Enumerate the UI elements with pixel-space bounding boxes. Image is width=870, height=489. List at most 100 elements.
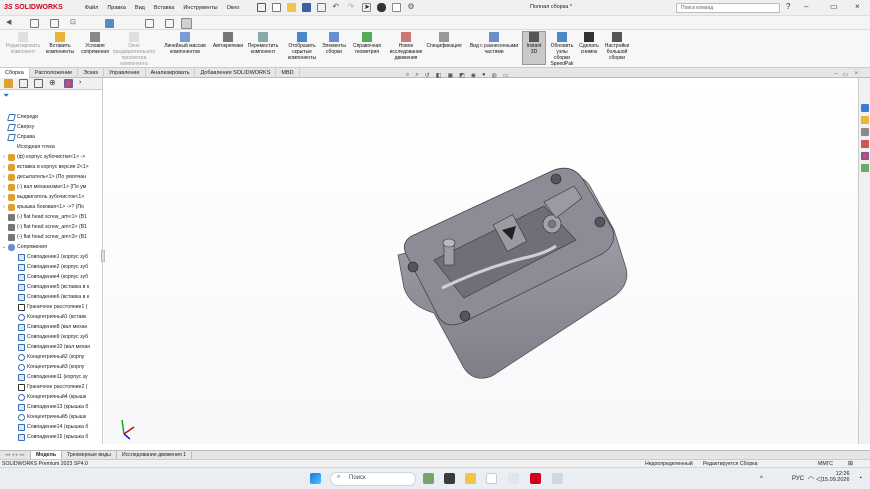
solidworks-taskbar-icon[interactable] bbox=[530, 473, 541, 484]
smart-mates-icon[interactable] bbox=[145, 19, 154, 28]
maximize-icon[interactable]: ▭ bbox=[830, 2, 838, 11]
save-icon[interactable] bbox=[302, 3, 312, 12]
feature-tree-icon[interactable] bbox=[4, 79, 13, 88]
custom-properties-icon[interactable] bbox=[861, 164, 869, 172]
reference-geometry-button[interactable]: Справочная геометрия bbox=[350, 32, 384, 55]
move-component-button[interactable]: Переместить компонент bbox=[246, 32, 280, 55]
tab-addins[interactable]: Добавления SOLIDWORKS bbox=[195, 68, 277, 78]
tree-item[interactable]: › (ф) корпус зубочистки<1> -> bbox=[0, 152, 102, 162]
windows-start-icon[interactable] bbox=[310, 473, 321, 484]
layout-icon[interactable] bbox=[30, 19, 39, 28]
solidworks-logo[interactable]: 3S SOLIDWORKS bbox=[4, 4, 63, 11]
tab-motion-study[interactable]: Исследование движения 1 bbox=[117, 451, 193, 459]
tree-item[interactable]: Совпадение2 (корпус зуб bbox=[0, 262, 102, 272]
tree-item[interactable]: (-) flat head screw_am<3> (B1 bbox=[0, 232, 102, 242]
pinned-app-icon[interactable] bbox=[552, 473, 563, 484]
expand-arrow-icon[interactable]: › bbox=[0, 174, 8, 180]
expand-arrow-icon[interactable]: › bbox=[0, 154, 8, 160]
tree-item[interactable]: › выдвигатель зубочисток<1> bbox=[0, 192, 102, 202]
smart-fasteners-button[interactable]: Автокрепежи bbox=[212, 32, 244, 49]
minimize-icon[interactable]: – bbox=[804, 2, 808, 11]
close-icon[interactable]: × bbox=[855, 2, 860, 11]
menu-tools[interactable]: Инструменты bbox=[183, 5, 217, 11]
tree-item[interactable]: (-) flat head screw_am<2> (B1 bbox=[0, 222, 102, 232]
view-icon[interactable] bbox=[50, 19, 59, 28]
rebuild-traffic-light-icon[interactable] bbox=[377, 3, 387, 12]
customize-status-icon[interactable]: ⊞ bbox=[848, 460, 853, 467]
assembly-features-button[interactable]: Элементы сборки bbox=[320, 32, 348, 55]
language-indicator[interactable]: РУС bbox=[792, 476, 804, 482]
open-folder-icon[interactable] bbox=[287, 3, 297, 12]
tree-item[interactable]: Совпадение4 (корпус зуб bbox=[0, 272, 102, 282]
tree-item[interactable]: › десыпатель<1> (По умолчан bbox=[0, 172, 102, 182]
tree-item[interactable]: Концентричный2 (корпу bbox=[0, 352, 102, 362]
redo-icon[interactable]: ↷ bbox=[347, 3, 356, 12]
design-library-icon[interactable] bbox=[861, 116, 869, 124]
tree-item[interactable]: Совпадение10 (вал механ bbox=[0, 342, 102, 352]
select-pointer-icon[interactable]: ➤ bbox=[362, 3, 372, 12]
home-icon[interactable] bbox=[257, 3, 267, 12]
menu-file[interactable]: Файл bbox=[85, 5, 99, 11]
expand-arrow-icon[interactable]: › bbox=[0, 184, 8, 190]
tree-item[interactable]: › крышка боковая<1> ->? (По bbox=[0, 202, 102, 212]
new-motion-study-button[interactable]: Новое исследование движения bbox=[388, 32, 424, 61]
resources-icon[interactable] bbox=[861, 104, 869, 112]
tab-manage[interactable]: Управление bbox=[104, 68, 146, 78]
file-explorer-icon[interactable] bbox=[861, 128, 869, 136]
options-gear-icon[interactable]: ⚙ bbox=[407, 3, 416, 12]
filter-icon[interactable]: ⏷ bbox=[3, 91, 9, 101]
tab-analyze[interactable]: Анализировать bbox=[146, 68, 196, 78]
tab-assembly[interactable]: Сборка bbox=[0, 68, 30, 78]
task-view-icon[interactable] bbox=[444, 473, 455, 484]
menu-view[interactable]: Вид bbox=[135, 5, 145, 11]
search-commands-input[interactable]: Поиск команд bbox=[676, 3, 780, 13]
tree-item[interactable]: ⌄ Сопряжения bbox=[0, 242, 102, 252]
tree-item[interactable]: Совпадение9 (корпус зуб bbox=[0, 332, 102, 342]
expand-arrow-icon[interactable]: › bbox=[0, 164, 8, 170]
appearance-icon[interactable] bbox=[105, 19, 114, 28]
insert-components-button[interactable]: Вставить компоненты bbox=[45, 32, 75, 55]
new-document-icon[interactable] bbox=[272, 3, 282, 12]
expand-arrow-icon[interactable]: › bbox=[79, 79, 88, 88]
tree-item[interactable]: › (-) вал механизма<1> (По ум bbox=[0, 182, 102, 192]
back-arrow-icon[interactable]: ◀ bbox=[6, 19, 15, 28]
notifications-icon[interactable]: ◔ bbox=[858, 475, 862, 482]
linear-pattern-button[interactable]: Линейный массив компонентов bbox=[163, 32, 207, 55]
wifi-icon[interactable]: ◠ bbox=[808, 475, 814, 483]
tree-item[interactable]: Совпадение11 (корпус зу bbox=[0, 372, 102, 382]
tree-item[interactable]: Совпадение14 (крышка б bbox=[0, 422, 102, 432]
tree-item[interactable]: Исходная точка bbox=[0, 142, 102, 152]
dimxpert-icon[interactable]: ⊕ bbox=[49, 79, 58, 88]
file-properties-icon[interactable] bbox=[392, 3, 402, 12]
chrome-icon[interactable] bbox=[486, 473, 497, 484]
property-manager-icon[interactable] bbox=[19, 79, 28, 88]
tree-item[interactable]: (-) flat head screw_am<1> (B1 bbox=[0, 212, 102, 222]
menu-window[interactable]: Окно bbox=[227, 5, 240, 11]
tree-item[interactable]: Совпадение5 (вставка в к bbox=[0, 282, 102, 292]
mate-button[interactable]: Условия сопряжения bbox=[80, 32, 110, 55]
volume-icon[interactable]: ◁ bbox=[816, 475, 821, 483]
print-icon[interactable] bbox=[317, 3, 327, 12]
view-palette-icon[interactable] bbox=[861, 140, 869, 148]
bill-of-materials-button[interactable]: Спецификация bbox=[425, 32, 463, 49]
lock-icon[interactable]: ⊡ bbox=[70, 19, 79, 28]
tree-item[interactable]: Спереди bbox=[0, 112, 102, 122]
tab-mbd[interactable]: MBD bbox=[276, 68, 300, 78]
tree-item[interactable]: Концентричный1 (вставк bbox=[0, 312, 102, 322]
collapse-arrow-icon[interactable]: ⌄ bbox=[0, 244, 8, 250]
tab-model[interactable]: Модель bbox=[30, 451, 63, 459]
app-icon[interactable] bbox=[508, 473, 519, 484]
tree-item[interactable]: Сверху bbox=[0, 122, 102, 132]
window-close-icon[interactable]: × bbox=[854, 71, 858, 77]
exploded-view-button[interactable]: Вид с разнесенными частями bbox=[468, 32, 520, 55]
large-assembly-settings-button[interactable]: Настройки большой сборки bbox=[602, 32, 632, 61]
window-min-icon[interactable]: – bbox=[835, 71, 838, 77]
menu-insert[interactable]: Вставка bbox=[154, 5, 174, 11]
tree-item[interactable]: Совпадение1 (корпус зуб bbox=[0, 252, 102, 262]
appearances-icon[interactable] bbox=[861, 152, 869, 160]
tab-layout[interactable]: Расположение bbox=[30, 68, 79, 78]
tree-item[interactable]: Совпадение6 (вставка в к bbox=[0, 292, 102, 302]
expand-arrow-icon[interactable]: › bbox=[0, 194, 8, 200]
tree-item[interactable]: Совпадение13 (крышка б bbox=[0, 402, 102, 412]
tree-item[interactable]: Концентричный4 (крышк bbox=[0, 392, 102, 402]
